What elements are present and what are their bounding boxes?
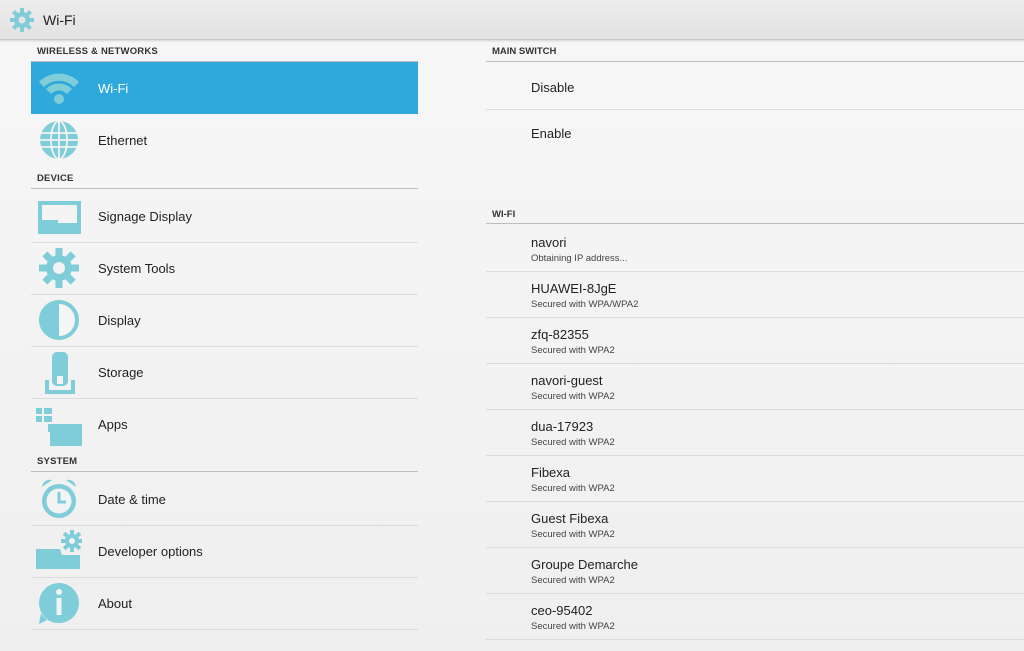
list-divider [486,639,1024,640]
display-cast-icon [38,201,81,234]
section-header-system: SYSTEM [37,456,78,467]
nav-item-label: System Tools [98,260,176,276]
nav-item-developer-options[interactable]: Developer options [31,525,418,577]
network-status: Secured with WPA2 [531,437,615,448]
network-ssid: ceo-95402 [531,603,593,618]
network-item[interactable]: navori-guest Secured with WPA2 [486,368,1024,414]
info-icon [39,583,79,624]
nav-item-apps[interactable]: Apps [31,398,418,450]
network-status: Secured with WPA2 [531,483,615,494]
network-item[interactable]: HUAWEI-8JgE Secured with WPA/WPA2 [486,276,1024,322]
network-item[interactable]: navori Obtaining IP address... [486,230,1024,276]
settings-gear-icon[interactable] [9,7,35,33]
storage-icon [45,352,75,394]
network-item[interactable]: Guest Fibexa Secured with WPA2 [486,506,1024,552]
network-item[interactable]: Groupe Demarche Secured with WPA2 [486,552,1024,598]
nav-item-label: Wi-Fi [98,80,129,96]
list-divider [486,109,1024,110]
nav-item-ethernet[interactable]: Ethernet [31,114,418,166]
title-bar: Wi-Fi [0,0,1024,40]
alarm-clock-icon [42,479,76,518]
network-status: Secured with WPA2 [531,575,615,586]
globe-icon [40,120,78,160]
section-divider [31,471,418,472]
network-ssid: zfq-82355 [531,327,589,342]
nav-item-wifi[interactable]: Wi-Fi [31,62,418,114]
list-divider [486,547,1024,548]
list-divider [486,501,1024,502]
section-divider [486,223,1024,224]
nav-item-about[interactable]: About [31,577,418,629]
nav-item-date-time[interactable]: Date & time [31,473,418,525]
list-divider [486,593,1024,594]
nav-item-storage[interactable]: Storage [31,346,418,398]
section-header-main-switch: MAIN SWITCH [492,46,557,57]
nav-item-label: Signage Display [98,208,192,224]
list-divider [486,455,1024,456]
network-item[interactable]: zfq-82355 Secured with WPA2 [486,322,1024,368]
list-divider [486,409,1024,410]
gear-icon [39,248,79,288]
section-divider [31,188,418,189]
enable-option[interactable]: Enable [531,126,571,141]
apps-icon [36,408,82,446]
window-title: Wi-Fi [43,12,76,28]
network-status: Obtaining IP address... [531,253,628,264]
network-status: Secured with WPA/WPA2 [531,299,639,310]
nav-item-label: Developer options [98,543,203,559]
network-item[interactable]: dua-17923 Secured with WPA2 [486,414,1024,460]
wifi-icon [39,73,79,104]
list-divider [486,363,1024,364]
nav-item-label: Apps [98,416,128,432]
network-ssid: HUAWEI-8JgE [531,281,617,296]
network-ssid: navori [531,235,567,250]
nav-item-label: Date & time [98,491,166,507]
disable-option[interactable]: Disable [531,80,574,95]
section-header-wifi: WI-FI [492,209,516,220]
network-item[interactable]: Fibexa Secured with WPA2 [486,460,1024,506]
section-divider [486,61,1024,62]
list-divider [486,317,1024,318]
network-ssid: Fibexa [531,465,571,480]
brightness-icon [39,300,79,340]
nav-divider [31,629,418,630]
nav-item-label: Storage [98,364,144,380]
nav-item-system-tools[interactable]: System Tools [31,242,418,294]
network-status: Secured with WPA2 [531,529,615,540]
section-header-device: DEVICE [37,173,74,184]
network-ssid: Guest Fibexa [531,511,609,526]
network-ssid: Groupe Demarche [531,557,638,572]
network-ssid: dua-17923 [531,419,594,434]
section-header-wireless: WIRELESS & NETWORKS [37,46,158,57]
nav-item-signage-display[interactable]: Signage Display [31,190,418,242]
nav-item-label: Display [98,312,141,328]
nav-item-display[interactable]: Display [31,294,418,346]
network-item[interactable]: ceo-95402 Secured with WPA2 [486,598,1024,644]
network-status: Secured with WPA2 [531,345,615,356]
network-status: Secured with WPA2 [531,391,615,402]
nav-item-label: Ethernet [98,132,148,148]
network-ssid: navori-guest [531,373,603,388]
list-divider [486,271,1024,272]
network-status: Secured with WPA2 [531,621,615,632]
nav-item-label: About [98,595,132,611]
developer-gear-icon [36,530,82,569]
